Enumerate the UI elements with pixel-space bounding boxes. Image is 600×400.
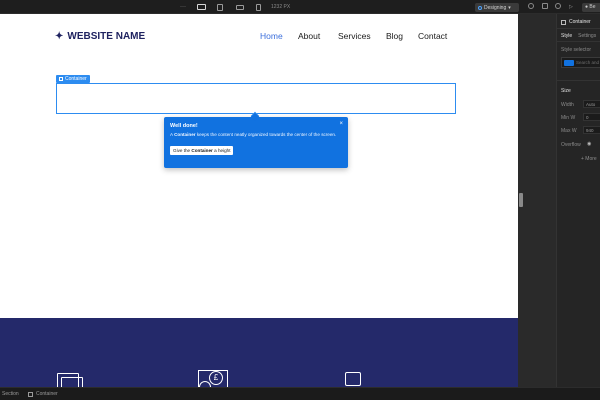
user-button[interactable]: ● Be [582, 3, 600, 12]
pound-coin-icon: £ [209, 371, 223, 385]
style-selector-input[interactable]: Search and [561, 57, 600, 68]
selected-container[interactable] [56, 83, 456, 114]
sparkle-icon: ✦ [55, 31, 64, 42]
nav-link-blog[interactable]: Blog [386, 31, 403, 41]
close-icon[interactable]: × [339, 121, 343, 127]
desktop-icon[interactable] [197, 3, 206, 11]
top-toolbar: ··· 1232 PX Designing ▾ ▷ ● Be [0, 0, 600, 14]
designer-window: ··· 1232 PX Designing ▾ ▷ ● Be ✦ WEBSITE… [0, 0, 600, 400]
panel-header: Container [561, 19, 591, 25]
panel-tabs: Style Settings [561, 33, 596, 39]
selector-placeholder: Search and [576, 60, 600, 65]
more-icon[interactable]: ··· [180, 3, 186, 11]
chair-icon [345, 372, 361, 386]
nav-link-home[interactable]: Home [260, 31, 283, 41]
selected-element-tag[interactable]: Container [56, 75, 90, 83]
tablet-icon[interactable] [217, 3, 223, 11]
phone-icon[interactable] [256, 3, 261, 11]
breadcrumb-item-container[interactable]: Container [28, 391, 58, 397]
play-icon[interactable]: ▷ [569, 3, 573, 11]
divider [557, 80, 600, 81]
breadcrumb: Section Container [0, 387, 600, 400]
min-width-field[interactable]: 0 [583, 113, 600, 121]
class-chip[interactable] [564, 60, 574, 66]
code-icon[interactable] [542, 3, 548, 9]
width-field[interactable]: Auto [583, 100, 600, 108]
preview-icon[interactable] [528, 3, 534, 9]
container-icon [561, 19, 566, 25]
overflow-label: Overflow [561, 142, 581, 148]
style-panel: Container Style Settings Style selector … [556, 14, 600, 387]
divider [557, 28, 600, 29]
button-bold: Container [191, 147, 213, 153]
nav-link-contact[interactable]: Contact [418, 31, 447, 41]
eye-icon[interactable]: ◉ [587, 141, 591, 147]
width-readout: 1232 PX [271, 4, 291, 10]
tab-settings[interactable]: Settings [578, 33, 596, 39]
width-label: Width [561, 102, 574, 108]
popover-title: Well done! [170, 123, 198, 129]
give-height-button[interactable]: Give the Container a height [170, 145, 234, 155]
brand[interactable]: ✦ WEBSITE NAME [55, 31, 145, 42]
nav-link-services[interactable]: Services [338, 31, 371, 41]
selected-element-label: Container [65, 76, 87, 82]
history-icon[interactable] [555, 3, 561, 9]
popover-text: A Container keeps the content neatly org… [170, 132, 342, 139]
breadcrumb-item-section[interactable]: Section [2, 391, 19, 397]
size-heading: Size [561, 88, 571, 94]
canvas-gutter [518, 14, 556, 387]
panel-title: Container [569, 19, 591, 25]
mode-switcher[interactable]: Designing ▾ [475, 3, 519, 12]
breadcrumb-label: Section [2, 391, 19, 397]
more-size-options[interactable]: + More [581, 156, 597, 162]
selector-label: Style selector [561, 47, 592, 53]
button-prefix: Give the [173, 147, 192, 153]
button-suffix: a height [212, 147, 231, 153]
container-icon [28, 391, 33, 397]
mode-label: Designing [484, 4, 507, 11]
chevron-down-icon: ▾ [508, 4, 511, 11]
currency-exchange-icon: £ [198, 370, 228, 387]
landscape-icon[interactable] [236, 3, 244, 11]
features-section[interactable]: £ [0, 318, 518, 387]
popover-text-suffix: keeps the content neatly organized towar… [195, 132, 337, 137]
nav-link-about[interactable]: About [298, 31, 320, 41]
tab-style[interactable]: Style [561, 33, 572, 39]
container-icon [59, 77, 63, 81]
max-width-field[interactable]: 940 [583, 126, 600, 134]
user-icon: ● [585, 4, 589, 10]
breadcrumb-label: Container [36, 391, 58, 397]
documents-icon-back [61, 377, 83, 387]
popover-text-bold: Container [174, 132, 196, 137]
min-width-label: Min W [561, 115, 576, 121]
tutorial-popover: Well done! × A Container keeps the conte… [164, 112, 348, 168]
design-canvas[interactable]: ✦ WEBSITE NAME Home About Services Blog … [0, 14, 518, 387]
site-navbar: ✦ WEBSITE NAME Home About Services Blog … [0, 14, 518, 59]
designer-mode-icon [478, 5, 482, 10]
max-width-label: Max W [561, 128, 577, 134]
canvas-resize-handle[interactable] [519, 193, 523, 207]
brand-name: WEBSITE NAME [67, 31, 146, 42]
divider [557, 41, 600, 42]
user-label: Be [589, 4, 596, 10]
